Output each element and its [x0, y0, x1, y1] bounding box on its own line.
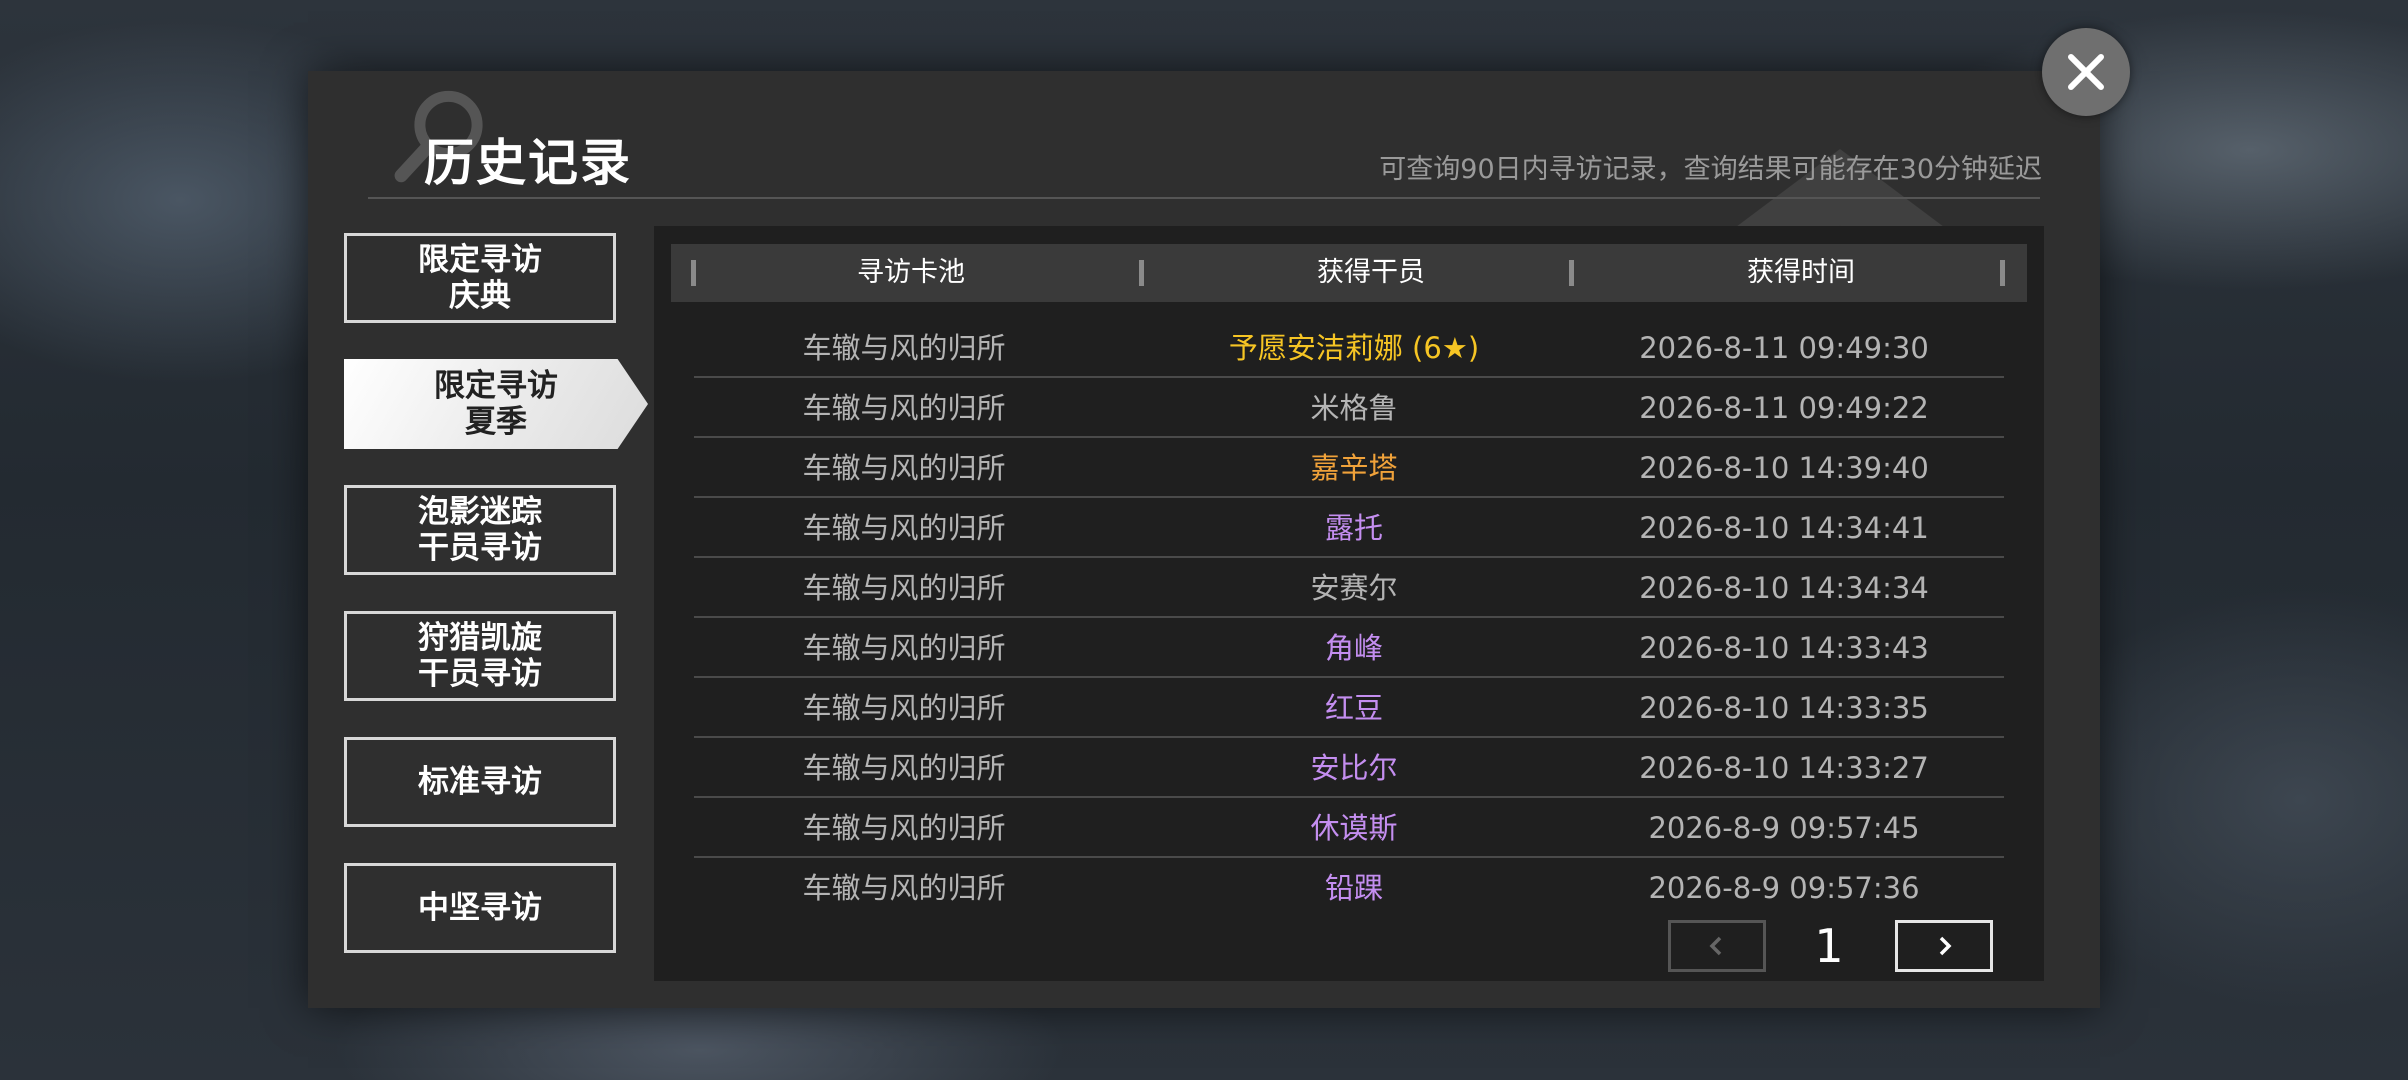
tab-label: 中坚寻访	[418, 890, 542, 926]
pool-cell: 车辙与风的归所	[802, 751, 1006, 785]
tab-label: 限定寻访 夏季	[434, 368, 558, 440]
table-row: 车辙与风的归所 角峰 2026-8-10 14:33:43	[694, 618, 2004, 678]
history-table-panel: 寻访卡池 获得干员 获得时间 车辙与风的归所 予愿安洁莉娜 (6★) 2026-8-…	[654, 226, 2044, 981]
tab-standard[interactable]: 标准寻访	[344, 737, 616, 827]
table-row: 车辙与风的归所 安比尔 2026-8-10 14:33:27	[694, 738, 2004, 798]
tab-hunting-triumph[interactable]: 狩猎凯旋 干员寻访	[344, 611, 616, 701]
time-cell: 2026-8-10 14:33:27	[1639, 751, 1929, 785]
title-divider	[368, 197, 2040, 199]
time-cell: 2026-8-11 09:49:30	[1639, 331, 1929, 365]
time-cell: 2026-8-10 14:34:41	[1639, 511, 1929, 545]
pool-cell: 车辙与风的归所	[802, 571, 1006, 605]
tab-core[interactable]: 中坚寻访	[344, 863, 616, 953]
operator-cell: 红豆	[1324, 691, 1383, 725]
page-title: 历史记录	[424, 134, 632, 192]
pool-cell: 车辙与风的归所	[802, 331, 1006, 365]
operator-cell: 休谟斯	[1310, 811, 1398, 845]
operator-cell: 米格鲁	[1310, 391, 1398, 425]
column-header-operator: 获得干员	[1317, 257, 1425, 288]
column-header-time: 获得时间	[1747, 257, 1855, 288]
pool-cell: 车辙与风的归所	[802, 451, 1006, 485]
header-separator	[2000, 260, 2005, 286]
header-separator	[691, 260, 696, 286]
table-row: 车辙与风的归所 休谟斯 2026-8-9 09:57:45	[694, 798, 2004, 858]
time-cell: 2026-8-10 14:33:35	[1639, 691, 1929, 725]
header-separator	[1139, 260, 1144, 286]
time-cell: 2026-8-10 14:33:43	[1639, 631, 1929, 665]
operator-cell: 露托	[1324, 511, 1383, 545]
query-hint-text: 可查询90日内寻访记录，查询结果可能存在30分钟延迟	[1379, 154, 2042, 185]
table-row: 车辙与风的归所 红豆 2026-8-10 14:33:35	[694, 678, 2004, 738]
tab-limited-celebration[interactable]: 限定寻访 庆典	[344, 233, 616, 323]
pool-cell: 车辙与风的归所	[802, 391, 1006, 425]
chevron-left-icon	[1709, 936, 1722, 956]
tab-label: 泡影迷踪 干员寻访	[418, 494, 542, 566]
pool-cell: 车辙与风的归所	[802, 691, 1006, 725]
pool-cell: 车辙与风的归所	[802, 811, 1006, 845]
column-header-pool: 寻访卡池	[857, 257, 965, 288]
time-cell: 2026-8-9 09:57:45	[1648, 811, 1920, 845]
table-row: 车辙与风的归所 嘉辛塔 2026-8-10 14:39:40	[694, 438, 2004, 498]
tab-label: 限定寻访 庆典	[418, 242, 542, 314]
table-row: 车辙与风的归所 铅踝 2026-8-9 09:57:36	[694, 858, 2004, 918]
time-cell: 2026-8-9 09:57:36	[1648, 871, 1920, 905]
header-separator	[1569, 260, 1574, 286]
table-row: 车辙与风的归所 安赛尔 2026-8-10 14:34:34	[694, 558, 2004, 618]
tab-limited-summer[interactable]: 限定寻访 夏季	[344, 359, 648, 449]
time-cell: 2026-8-10 14:34:34	[1639, 571, 1929, 605]
next-page-button[interactable]	[1895, 920, 1993, 972]
time-cell: 2026-8-11 09:49:22	[1639, 391, 1929, 425]
operator-cell: 铅踝	[1324, 871, 1383, 905]
table-row: 车辙与风的归所 予愿安洁莉娜 (6★) 2026-8-11 09:49:30	[694, 318, 2004, 378]
table-row: 车辙与风的归所 露托 2026-8-10 14:34:41	[694, 498, 2004, 558]
tab-label: 狩猎凯旋 干员寻访	[418, 620, 542, 692]
prev-page-button[interactable]	[1668, 920, 1766, 972]
table-row: 车辙与风的归所 米格鲁 2026-8-11 09:49:22	[694, 378, 2004, 438]
close-button[interactable]	[2042, 28, 2130, 116]
pool-cell: 车辙与风的归所	[802, 871, 1006, 905]
operator-cell: 安赛尔	[1310, 571, 1398, 605]
table-header: 寻访卡池 获得干员 获得时间	[671, 244, 2027, 302]
chevron-right-icon	[1939, 936, 1952, 956]
history-modal: 历史记录 可查询90日内寻访记录，查询结果可能存在30分钟延迟 限定寻访 庆典 …	[308, 71, 2100, 1008]
page-number: 1	[1814, 919, 1844, 973]
pool-cell: 车辙与风的归所	[802, 631, 1006, 665]
close-icon	[2068, 54, 2104, 90]
tab-bubble-illusion[interactable]: 泡影迷踪 干员寻访	[344, 485, 616, 575]
tab-label: 标准寻访	[418, 764, 542, 800]
operator-cell: 予愿安洁莉娜 (6★)	[1228, 331, 1480, 365]
pool-cell: 车辙与风的归所	[802, 511, 1006, 545]
time-cell: 2026-8-10 14:39:40	[1639, 451, 1929, 485]
operator-cell: 嘉辛塔	[1310, 451, 1398, 485]
operator-cell: 角峰	[1324, 631, 1383, 665]
operator-cell: 安比尔	[1310, 751, 1398, 785]
